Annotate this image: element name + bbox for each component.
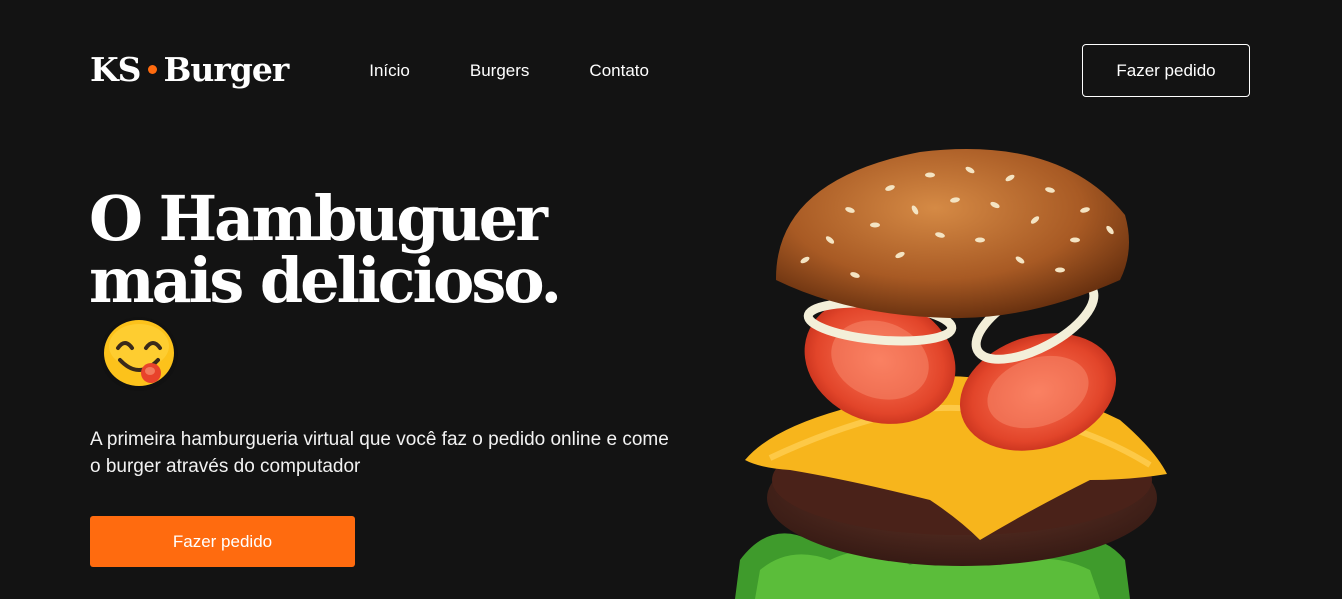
main-nav: Início Burgers Contato [369,61,709,81]
savoring-food-emoji-icon [100,317,178,391]
logo-text-ks: KS [90,50,142,89]
landing-page: KS Burger Início Burgers Contato Fazer p… [0,0,1342,599]
hero-title: O Hambuguer mais delicioso. [89,188,649,312]
hero-description: A primeira hamburgueria virtual que você… [90,429,669,477]
logo-text-burger: Burger [163,50,290,89]
nav-link-inicio[interactable]: Início [369,61,410,81]
logo[interactable]: KS Burger [90,50,290,89]
hero-title-line2: mais delicioso. [89,244,562,317]
hero-order-button[interactable]: Fazer pedido [90,516,355,567]
burger-image [735,149,1167,599]
header-order-button[interactable]: Fazer pedido [1082,44,1250,97]
nav-link-contato[interactable]: Contato [589,61,649,81]
site-header: KS Burger Início Burgers Contato Fazer p… [90,44,1250,97]
logo-dot [147,65,157,74]
nav-link-burgers[interactable]: Burgers [470,61,530,81]
